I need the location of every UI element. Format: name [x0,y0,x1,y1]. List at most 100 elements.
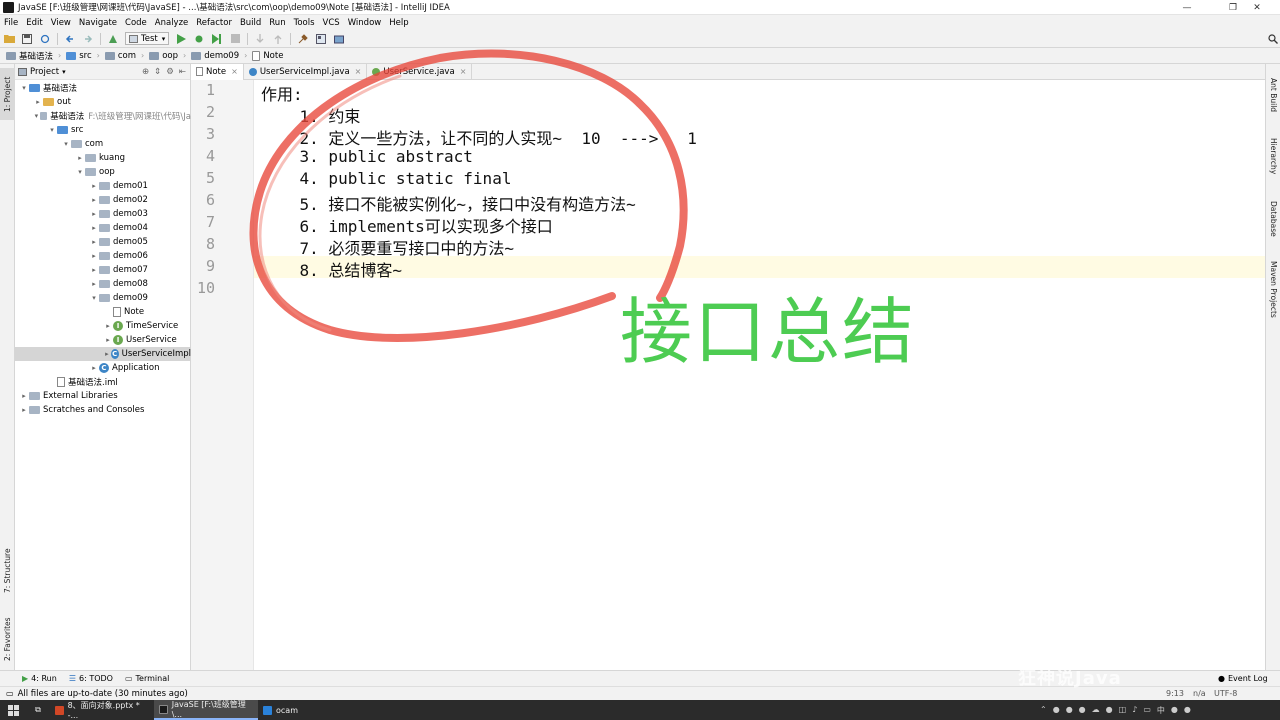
editor-tab[interactable]: UserService.java × [367,63,473,80]
close-tab-icon[interactable]: × [460,67,467,76]
tray-battery-icon[interactable]: ▭ [1143,705,1151,716]
editor-tab[interactable]: Note × [191,63,244,80]
start-button[interactable] [0,700,26,720]
tree-item[interactable]: ▾ com [15,137,191,151]
tree-item[interactable]: ▸ demo06 [15,249,191,263]
gear-icon[interactable]: ⚙ [166,67,174,77]
hide-icon[interactable]: ⇤ [179,67,186,77]
chevron-right-icon[interactable]: ▸ [89,224,99,232]
coverage-icon[interactable] [211,33,223,45]
tree-item[interactable]: 基础语法.iml [15,375,191,389]
menu-window[interactable]: Window [344,18,386,28]
sync-icon[interactable] [39,33,51,45]
tree-item[interactable]: ▸ demo05 [15,235,191,249]
project-view-select[interactable]: Project [30,67,59,77]
save-icon[interactable] [21,33,33,45]
menu-analyze[interactable]: Analyze [151,18,193,28]
event-log-tool-tab[interactable]: ● Event Log [1212,674,1274,683]
close-button[interactable]: ✕ [1234,0,1280,15]
run-configuration-select[interactable]: Test ▾ [125,32,170,45]
tree-item[interactable]: ▸ demo02 [15,193,191,207]
chevron-down-icon[interactable]: ▾ [33,112,40,120]
favorites-tool-tab[interactable]: 2: Favorites [0,610,15,668]
open-folder-icon[interactable] [3,33,15,45]
breadcrumb-item[interactable]: demo09 [189,51,241,61]
project-tool-tab[interactable]: 1: Project [0,68,15,120]
menu-run[interactable]: Run [265,18,289,28]
build-icon[interactable] [107,33,119,45]
chevron-down-icon[interactable]: ▾ [75,168,85,176]
tree-item[interactable]: ▸ Scratches and Consoles [15,403,191,417]
breadcrumb-item[interactable]: 基础语法 [4,50,55,62]
tray-volume-icon[interactable]: ♪ [1132,705,1137,716]
menu-build[interactable]: Build [236,18,265,28]
tree-item[interactable]: ▸ demo07 [15,263,191,277]
chevron-right-icon[interactable]: ▸ [19,406,29,414]
stop-icon[interactable] [229,33,241,45]
chevron-right-icon[interactable]: ▸ [103,322,113,330]
breadcrumb-item[interactable]: oop [147,51,180,61]
chevron-right-icon[interactable]: ▸ [89,196,99,204]
chevron-down-icon[interactable]: ▾ [47,126,57,134]
chevron-right-icon[interactable]: ▸ [89,210,99,218]
close-tab-icon[interactable]: × [231,67,238,76]
tray-app-icon[interactable]: ● [1106,705,1113,716]
tray-app-icon[interactable]: ● [1066,705,1073,716]
sync-icon[interactable]: ⊕ [142,67,149,77]
menu-edit[interactable]: Edit [22,18,46,28]
taskbar-item-powerpoint[interactable]: 8、面向对象.pptx * -... [50,700,154,720]
structure-tool-tab[interactable]: 7: Structure [0,542,15,600]
todo-tool-tab[interactable]: ☰ 6: TODO [63,674,119,683]
tree-item[interactable]: ▾ 基础语法 [15,81,191,95]
ant-build-tool-tab[interactable]: Ant Build [1266,70,1280,120]
menu-file[interactable]: File [0,18,22,28]
menu-navigate[interactable]: Navigate [75,18,121,28]
breadcrumb-item[interactable]: Note [250,50,285,61]
tray-wechat-icon[interactable]: ● [1079,705,1086,716]
sdk-icon[interactable] [333,33,345,45]
maven-projects-tool-tab[interactable]: Maven Projects [1266,254,1280,324]
chevron-down-icon[interactable]: ▾ [19,84,29,92]
status-icon[interactable]: ▭ [6,689,14,698]
taskbar-item-intellij[interactable]: JavaSE [F:\班级管理\... [154,700,258,720]
tree-item[interactable]: ▸ External Libraries [15,389,191,403]
chevron-right-icon[interactable]: ▸ [89,238,99,246]
chevron-right-icon[interactable]: ▸ [89,182,99,190]
chevron-right-icon[interactable]: ▸ [33,98,43,106]
taskbar-item-ocam[interactable]: ocam [258,700,322,720]
tray-cloud-icon[interactable]: ☁ [1092,705,1100,716]
tray-chevron-up-icon[interactable]: ⌃ [1040,705,1047,716]
tree-item[interactable]: ▾ 基础语法 F:\班级管理\网课班\代码\Ja [15,109,191,123]
hierarchy-tool-tab[interactable]: Hierarchy [1266,126,1280,186]
tray-app-icon[interactable]: ● [1171,705,1178,716]
tree-item[interactable]: ▸ demo08 [15,277,191,291]
menu-refactor[interactable]: Refactor [192,18,236,28]
tray-network-icon[interactable]: ◫ [1119,705,1127,716]
back-icon[interactable] [64,33,76,45]
tree-item[interactable]: ▸ demo01 [15,179,191,193]
line-separator[interactable]: n/a [1193,689,1206,698]
breadcrumb-item[interactable]: com [103,51,138,61]
forward-icon[interactable] [82,33,94,45]
minimize-button[interactable]: — [1164,0,1210,15]
chevron-right-icon[interactable]: ▸ [103,336,113,344]
chevron-right-icon[interactable]: ▸ [19,392,29,400]
terminal-tool-tab[interactable]: ▭ Terminal [119,674,175,683]
tree-item[interactable]: ▾ oop [15,165,191,179]
task-view-icon[interactable]: ⧉ [26,700,50,720]
chevron-right-icon[interactable]: ▸ [89,280,99,288]
chevron-down-icon[interactable]: ▾ [61,140,71,148]
commit-icon[interactable] [272,33,284,45]
tree-item[interactable]: ▸ I TimeService [15,319,191,333]
debug-icon[interactable] [193,33,205,45]
chevron-right-icon[interactable]: ▸ [103,350,111,358]
search-icon[interactable] [1267,33,1279,45]
tree-item[interactable]: ▸ out [15,95,191,109]
menu-tools[interactable]: Tools [290,18,319,28]
chevron-right-icon[interactable]: ▸ [75,154,85,162]
chevron-right-icon[interactable]: ▸ [89,266,99,274]
tree-item[interactable]: ▾ demo09 [15,291,191,305]
code-editor[interactable]: 作用: 1. 约束 2. 定义一些方法，让不同的人实现~ 10 ---> 1 3… [254,80,1265,670]
tray-app-icon[interactable]: ● [1184,705,1191,716]
chevron-right-icon[interactable]: ▸ [89,364,99,372]
